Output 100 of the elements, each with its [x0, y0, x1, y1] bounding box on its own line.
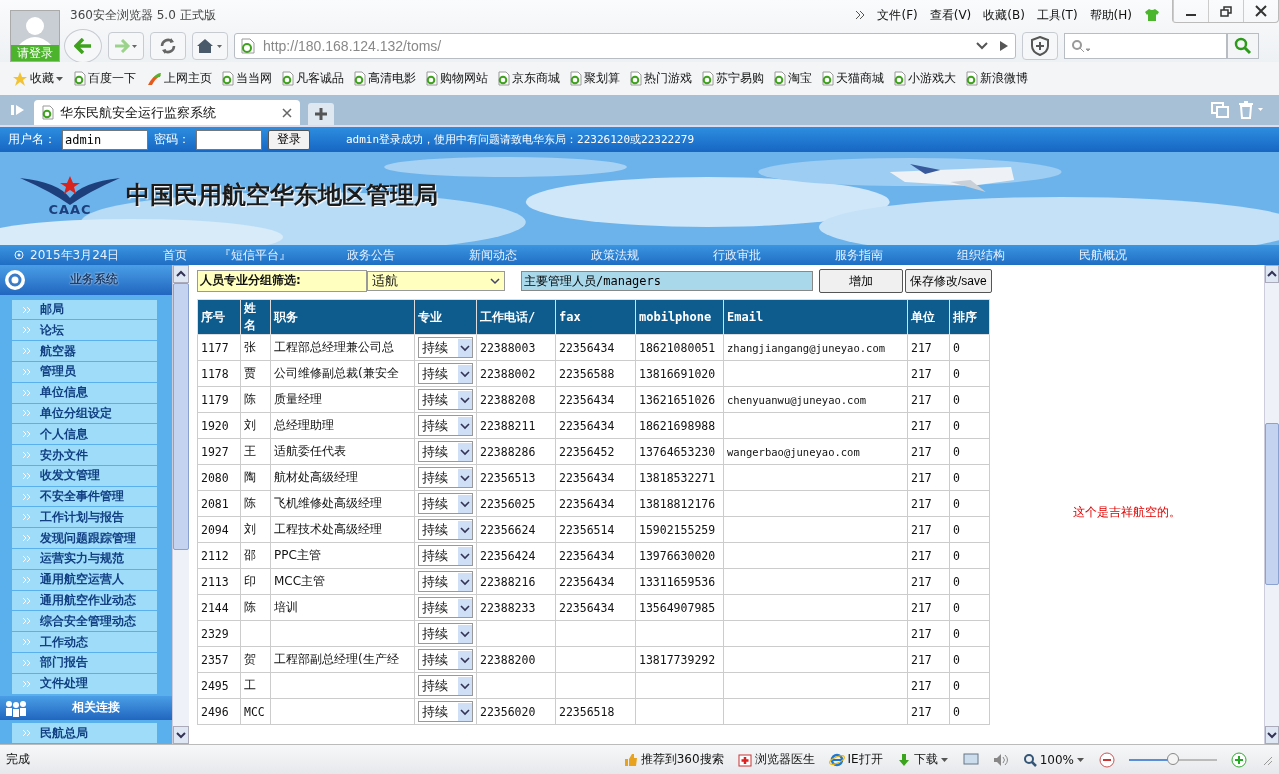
- select-field[interactable]: 持续: [418, 597, 473, 618]
- dropdown-icon[interactable]: [975, 41, 989, 51]
- sidebar-item[interactable]: 个人信息: [12, 424, 157, 445]
- sidebar-item[interactable]: 工作动态: [12, 632, 157, 652]
- caret-icon: [460, 707, 470, 716]
- close-icon[interactable]: [282, 107, 292, 118]
- username-field[interactable]: admin: [62, 129, 148, 150]
- bookmark[interactable]: 新浪微博: [966, 70, 1028, 87]
- sidebar-item[interactable]: 论坛: [12, 320, 157, 341]
- group-select[interactable]: 适航: [367, 271, 505, 291]
- sidebar-item[interactable]: 运营实力与规范: [12, 549, 157, 569]
- select-field[interactable]: 持续: [418, 389, 473, 410]
- menu-item[interactable]: 文件(F): [877, 6, 918, 24]
- select-field[interactable]: 持续: [418, 363, 473, 384]
- bookmark[interactable]: 天猫商城: [822, 70, 884, 87]
- sidebar-item[interactable]: 单位信息: [12, 382, 157, 403]
- nav-link[interactable]: 首页: [150, 246, 200, 264]
- select-field[interactable]: 持续: [418, 415, 473, 436]
- login-button[interactable]: 登录: [268, 129, 310, 150]
- address-field[interactable]: http://180.168.124.132/toms/: [234, 33, 1016, 59]
- nav-link[interactable]: 政策法规: [554, 246, 676, 264]
- bookmark[interactable]: 苏宁易购: [702, 70, 764, 87]
- nav-link[interactable]: 行政审批: [676, 246, 798, 264]
- bookmark[interactable]: 百度一下: [74, 70, 136, 87]
- sidebar-item[interactable]: 部门报告: [12, 652, 157, 673]
- select-field[interactable]: 持续: [418, 441, 473, 462]
- zoom-button[interactable]: 100%: [1022, 752, 1085, 767]
- bookmark[interactable]: 高清电影: [354, 70, 416, 87]
- nav-link[interactable]: 『短信平台』: [200, 246, 310, 264]
- table-cell: 22388233: [480, 600, 536, 615]
- bookmark[interactable]: 当当网: [222, 70, 272, 87]
- nav-link[interactable]: 服务指南: [798, 246, 920, 264]
- sidebar-item[interactable]: 单位分组设定: [12, 403, 157, 424]
- status-button[interactable]: 浏览器医生: [737, 751, 815, 768]
- add-button[interactable]: 增加: [819, 269, 903, 293]
- go-icon[interactable]: [997, 40, 1009, 52]
- sidebar-item[interactable]: 发现问题跟踪管理: [12, 528, 157, 549]
- bookmark[interactable]: 淘宝: [774, 70, 812, 87]
- sidebar-item[interactable]: 工作计划与报告: [12, 507, 157, 528]
- status-button[interactable]: IE打开: [828, 751, 883, 768]
- bookmark[interactable]: 小游戏大: [894, 70, 956, 87]
- nav-link[interactable]: 政务公告: [310, 246, 432, 264]
- sidebar-item[interactable]: 通用航空作业动态: [12, 590, 157, 611]
- select-field[interactable]: 持续: [418, 649, 473, 670]
- nav-link[interactable]: 民航概况: [1042, 246, 1164, 264]
- select-field[interactable]: 持续: [418, 545, 473, 566]
- role-field[interactable]: 主要管理人员/managers: [521, 271, 813, 291]
- select-field[interactable]: 持续: [418, 493, 473, 514]
- shirt-icon[interactable]: [1144, 8, 1160, 22]
- select-field[interactable]: 持续: [418, 675, 473, 696]
- favorites-menu[interactable]: 收藏: [12, 70, 64, 87]
- sidebar-item[interactable]: 通用航空运营人: [12, 569, 157, 590]
- sidebar-item[interactable]: 民航总局: [12, 723, 157, 743]
- scrollbar[interactable]: [172, 265, 189, 744]
- select-field[interactable]: 持续: [418, 701, 473, 722]
- sidebar-item[interactable]: 不安全事件管理: [12, 486, 157, 507]
- bookmark[interactable]: 凡客诚品: [282, 70, 344, 87]
- sidebar-item[interactable]: 文件处理: [12, 673, 157, 694]
- menu-item[interactable]: 帮助(H): [1089, 6, 1132, 24]
- select-field[interactable]: 持续: [418, 519, 473, 540]
- zoom-in-icon[interactable]: [1231, 751, 1247, 768]
- menu-item[interactable]: 收藏(B): [983, 6, 1025, 24]
- select-field[interactable]: 持续: [418, 571, 473, 592]
- select-field[interactable]: 持续: [418, 337, 473, 358]
- sidebar-item[interactable]: 综合安全管理动态: [12, 611, 157, 632]
- shield-button[interactable]: [1022, 32, 1058, 60]
- status-button[interactable]: 推荐到360搜索: [623, 751, 724, 768]
- bookmark[interactable]: 京东商城: [498, 70, 560, 87]
- sidebar-item[interactable]: 管理员: [12, 362, 157, 382]
- search-field[interactable]: [1064, 33, 1227, 59]
- select-field[interactable]: 持续: [418, 623, 473, 644]
- search-button[interactable]: [1227, 33, 1259, 59]
- sidebar-toggle-icon[interactable]: [10, 103, 26, 117]
- browser-tab[interactable]: 华东民航安全运行监察系统: [34, 100, 300, 125]
- status-button[interactable]: 下载: [896, 751, 949, 768]
- sidebar-item[interactable]: 安办文件: [12, 445, 157, 465]
- password-field[interactable]: [196, 129, 262, 150]
- save-button[interactable]: 保存修改/save: [905, 269, 992, 293]
- select-field[interactable]: 持续: [418, 467, 473, 488]
- home-button[interactable]: [192, 32, 228, 60]
- menu-item[interactable]: 工具(T): [1036, 6, 1078, 24]
- bookmark[interactable]: 聚划算: [570, 70, 620, 87]
- bookmark[interactable]: 购物网站: [426, 70, 488, 87]
- new-tab-button[interactable]: [308, 103, 334, 125]
- sidebar-item[interactable]: 航空器: [12, 341, 157, 361]
- sidebar-item[interactable]: 收发文管理: [12, 465, 157, 486]
- sidebar-item[interactable]: 邮局: [12, 299, 157, 320]
- double-chevron-icon[interactable]: [855, 10, 866, 20]
- caret-icon: [460, 395, 470, 404]
- menu-item[interactable]: 查看(V): [929, 6, 972, 24]
- speaker-icon[interactable]: [992, 752, 1009, 767]
- back-button[interactable]: [64, 29, 102, 63]
- scrollbar[interactable]: [1264, 265, 1279, 744]
- zoom-out-icon[interactable]: [1099, 751, 1115, 768]
- nav-link[interactable]: 组织结构: [920, 246, 1042, 264]
- refresh-button[interactable]: [150, 32, 186, 60]
- bookmark[interactable]: 上网主页: [146, 70, 212, 87]
- bookmark[interactable]: 热门游戏: [630, 70, 692, 87]
- nav-link[interactable]: 新闻动态: [432, 246, 554, 264]
- zoom-slider-thumb[interactable]: [1167, 752, 1179, 765]
